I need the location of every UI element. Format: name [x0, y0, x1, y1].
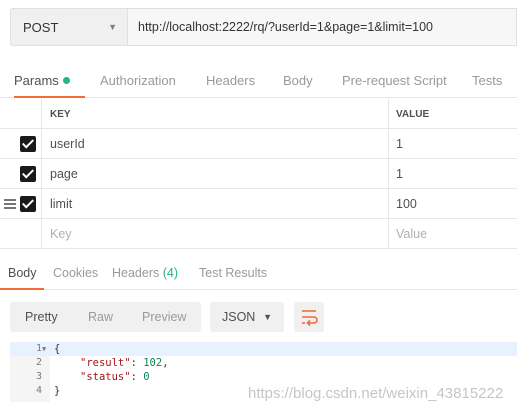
new-key-input[interactable]: Key — [42, 219, 389, 249]
code-text: "status": 0 — [80, 370, 150, 384]
pretty-button[interactable]: Pretty — [25, 310, 58, 324]
tab-headers[interactable]: Headers — [206, 66, 255, 98]
code-text: { — [54, 343, 61, 355]
headers-count-badge: (4) — [162, 266, 179, 280]
tab-pre-request-script[interactable]: Pre-request Script — [342, 66, 447, 98]
params-table: KEY VALUE userId 1 page 1 limit 100 Key … — [0, 99, 517, 249]
tab-params[interactable]: Params — [14, 66, 85, 98]
json-value: 102 — [143, 357, 163, 369]
method-select[interactable]: POST ▼ — [10, 8, 127, 46]
line-number: 4 — [35, 385, 42, 396]
response-body-editor[interactable]: 1 ▼ { 2 "result": 102, 3 "status": 0 4 } — [10, 342, 517, 413]
param-key-cell[interactable]: page — [42, 159, 389, 189]
line-number: 3 — [35, 371, 42, 382]
tab-params-label: Params — [14, 73, 59, 88]
params-header-row: KEY VALUE — [0, 99, 517, 129]
key-column-header: KEY — [42, 99, 389, 129]
url-input[interactable]: http://localhost:2222/rq/?userId=1&page=… — [127, 8, 517, 46]
raw-button[interactable]: Raw — [88, 310, 113, 324]
line-number: 1 — [35, 343, 42, 354]
param-value-cell[interactable]: 1 — [389, 159, 517, 189]
table-row: page 1 — [0, 159, 517, 189]
drag-handle-icon[interactable] — [4, 199, 16, 209]
table-row: userId 1 — [0, 129, 517, 159]
json-separator: : — [130, 357, 144, 369]
param-key-cell[interactable]: userId — [42, 129, 389, 159]
preview-button[interactable]: Preview — [142, 310, 186, 324]
json-tail: , — [162, 357, 169, 369]
chevron-down-icon: ▼ — [108, 22, 117, 32]
params-active-dot-icon — [62, 77, 70, 84]
tab-response-headers-label: Headers — [112, 266, 160, 280]
checkbox-checked-icon[interactable] — [20, 196, 36, 212]
request-tabs: Params Authorization Headers Body Pre-re… — [0, 66, 517, 98]
json-separator: : — [130, 371, 144, 383]
wrap-lines-button[interactable] — [294, 302, 324, 332]
tab-authorization[interactable]: Authorization — [100, 66, 176, 98]
code-text: "result": 102, — [80, 356, 169, 370]
format-select[interactable]: JSON ▼ — [210, 302, 284, 332]
checkbox-checked-icon[interactable] — [20, 136, 36, 152]
code-line: 1 ▼ { — [10, 342, 517, 356]
wrap-lines-icon — [302, 310, 318, 327]
tab-response-body[interactable]: Body — [0, 258, 44, 290]
response-tabs: Body Cookies Headers (4) Test Results — [0, 258, 517, 290]
tab-tests[interactable]: Tests — [472, 66, 502, 98]
tab-test-results[interactable]: Test Results — [199, 258, 267, 290]
param-key-cell[interactable]: limit — [42, 189, 389, 219]
code-text: } — [54, 385, 61, 397]
json-value: 0 — [143, 371, 150, 383]
json-key: "status" — [80, 371, 131, 383]
param-value-cell[interactable]: 1 — [389, 129, 517, 159]
line-number: 2 — [35, 357, 42, 368]
code-line: 3 "status": 0 — [10, 370, 517, 384]
new-value-input[interactable]: Value — [389, 219, 517, 249]
tab-body[interactable]: Body — [283, 66, 313, 98]
request-bar: POST ▼ http://localhost:2222/rq/?userId=… — [10, 8, 517, 46]
tab-cookies[interactable]: Cookies — [53, 258, 98, 290]
format-label: JSON — [222, 310, 256, 324]
method-label: POST — [23, 19, 59, 35]
param-value-cell[interactable]: 100 — [389, 189, 517, 219]
table-row: limit 100 — [0, 189, 517, 219]
watermark: https://blog.csdn.net/weixin_43815222 — [248, 385, 504, 402]
chevron-down-icon: ▼ — [263, 312, 272, 322]
code-line: 2 "result": 102, — [10, 356, 517, 370]
table-row-new: Key Value — [0, 219, 517, 249]
json-key: "result" — [80, 357, 131, 369]
tab-response-headers[interactable]: Headers (4) — [112, 258, 178, 290]
checkbox-checked-icon[interactable] — [20, 166, 36, 182]
view-mode-toggle: Pretty Raw Preview — [10, 302, 201, 332]
fold-arrow-icon[interactable]: ▼ — [42, 342, 46, 356]
value-column-header: VALUE — [396, 108, 430, 120]
